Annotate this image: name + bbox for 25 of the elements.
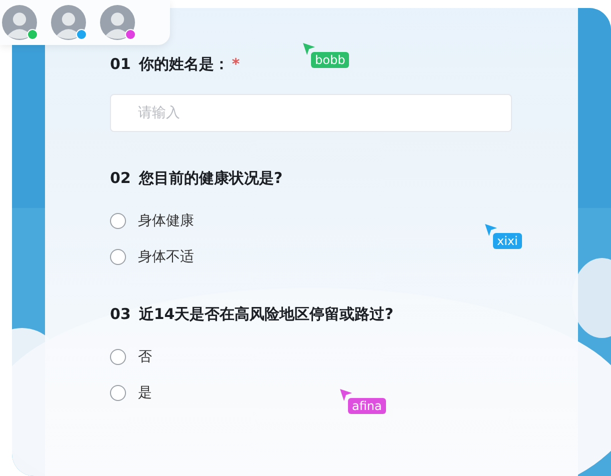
- question-title: 你的姓名是：: [138, 54, 229, 74]
- cursor-icon: [340, 389, 352, 401]
- avatar-icon[interactable]: [51, 5, 86, 40]
- question-number: 03: [110, 305, 131, 323]
- option-label: 是: [138, 384, 152, 402]
- required-mark: *: [232, 55, 240, 73]
- input-field[interactable]: 请输入: [110, 94, 512, 132]
- cursor-icon: [485, 224, 497, 236]
- cursor-name: xixi: [493, 233, 522, 249]
- question-title: 近14天是否在高风险地区停留或路过?: [138, 304, 394, 324]
- question-number: 01: [110, 55, 131, 73]
- option-label: 身体不适: [138, 248, 194, 266]
- question-number: 02: [110, 169, 131, 187]
- radio-button[interactable]: [110, 249, 126, 265]
- radio-button[interactable]: [110, 213, 126, 229]
- option-label: 否: [138, 348, 152, 366]
- question-title: 您目前的健康状况是?: [138, 168, 283, 188]
- avatar-icon[interactable]: [100, 5, 135, 40]
- cursor-icon: [303, 43, 315, 55]
- radio-button[interactable]: [110, 349, 126, 365]
- cursor-name: afina: [348, 398, 386, 414]
- avatar-icon[interactable]: [2, 5, 37, 40]
- option-label: 身体健康: [138, 212, 194, 230]
- cursor-name: bobb: [311, 52, 350, 68]
- radio-button[interactable]: [110, 385, 126, 401]
